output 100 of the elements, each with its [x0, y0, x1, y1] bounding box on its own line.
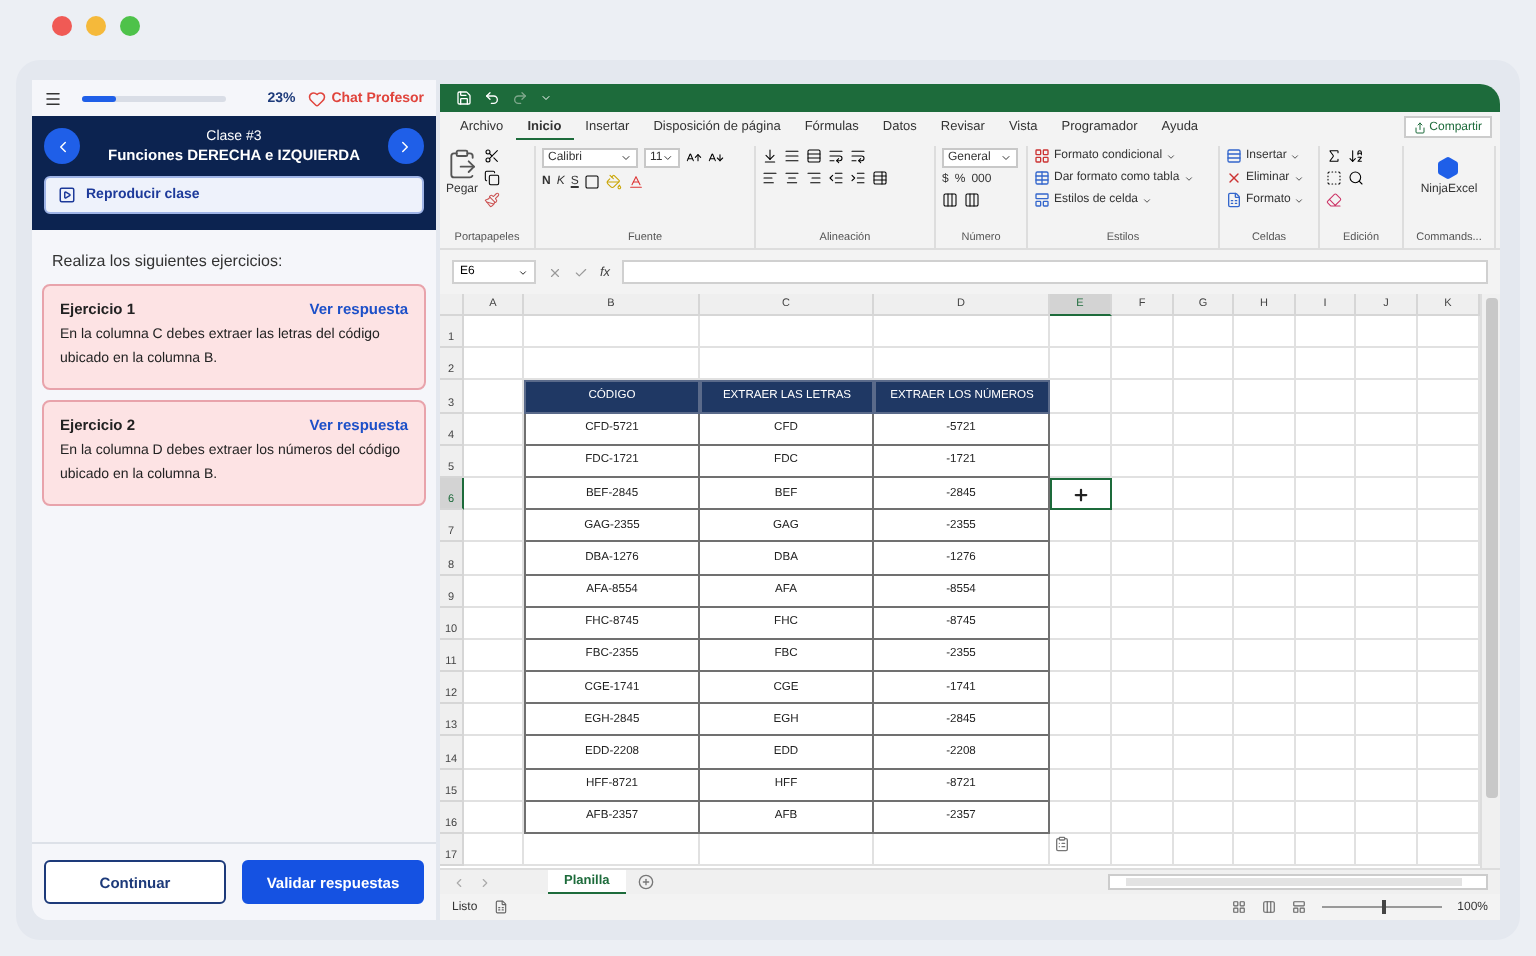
empty-cell[interactable]	[1296, 542, 1356, 575]
empty-cell[interactable]	[1174, 477, 1234, 511]
copy-icon[interactable]	[484, 170, 501, 186]
empty-cell[interactable]	[1112, 834, 1174, 867]
vertical-scrollbar[interactable]	[1480, 294, 1500, 868]
minimize-button[interactable]	[86, 16, 106, 36]
empty-cell[interactable]	[700, 316, 874, 349]
eraser-icon[interactable]	[1326, 192, 1342, 208]
empty-cell[interactable]	[1112, 639, 1174, 673]
empty-cell[interactable]	[1296, 348, 1356, 381]
customize-icon[interactable]	[540, 92, 552, 104]
empty-cell[interactable]	[1174, 542, 1234, 575]
empty-cell[interactable]	[1296, 704, 1356, 737]
empty-cell[interactable]	[1234, 510, 1296, 543]
empty-cell[interactable]	[1296, 736, 1356, 770]
previous-sheet-icon[interactable]	[452, 875, 466, 889]
empty-cell[interactable]	[1174, 316, 1234, 349]
empty-cell[interactable]	[1174, 736, 1234, 770]
autosum-icon[interactable]	[1326, 148, 1342, 164]
empty-cell[interactable]	[1234, 348, 1296, 381]
shrink-font-icon[interactable]	[708, 150, 724, 166]
empty-cell[interactable]	[1356, 834, 1418, 867]
empty-cell[interactable]	[1296, 607, 1356, 640]
empty-cell[interactable]	[1234, 575, 1296, 608]
empty-cell[interactable]	[1356, 510, 1418, 543]
empty-cell[interactable]	[524, 834, 700, 867]
empty-cell[interactable]	[1296, 672, 1356, 705]
redo-icon[interactable]	[512, 90, 528, 106]
empty-cell[interactable]	[1296, 769, 1356, 802]
empty-cell[interactable]	[1296, 834, 1356, 867]
close-button[interactable]	[52, 16, 72, 36]
empty-cell[interactable]	[1174, 704, 1234, 737]
align-middle-icon[interactable]	[784, 148, 800, 164]
empty-cell[interactable]	[1356, 477, 1418, 511]
empty-cell[interactable]	[1356, 380, 1418, 414]
empty-cell[interactable]	[1050, 348, 1112, 381]
next-button[interactable]	[387, 128, 424, 164]
empty-cell[interactable]	[1356, 575, 1418, 608]
empty-cell[interactable]	[1356, 445, 1418, 478]
empty-cell[interactable]	[1356, 672, 1418, 705]
empty-cell[interactable]	[1050, 834, 1112, 867]
align-top-icon[interactable]	[762, 148, 778, 164]
empty-cell[interactable]	[1112, 316, 1174, 349]
empty-cell[interactable]	[1356, 413, 1418, 446]
horizontal-scrollbar[interactable]	[1108, 874, 1488, 890]
empty-cell[interactable]	[1234, 380, 1296, 414]
align-left-icon[interactable]	[762, 170, 778, 186]
empty-cell[interactable]	[1174, 639, 1234, 673]
empty-cell[interactable]	[1112, 510, 1174, 543]
empty-cell[interactable]	[1112, 348, 1174, 381]
empty-cell[interactable]	[1174, 510, 1234, 543]
empty-cell[interactable]	[1234, 607, 1296, 640]
empty-cell[interactable]	[1112, 704, 1174, 737]
empty-cell[interactable]	[1296, 575, 1356, 608]
align-center-icon[interactable]	[784, 170, 800, 186]
empty-cell[interactable]	[1112, 542, 1174, 575]
empty-cell[interactable]	[1296, 639, 1356, 673]
empty-cell[interactable]	[1112, 575, 1174, 608]
cut-icon[interactable]	[484, 148, 501, 164]
empty-cell[interactable]	[1174, 445, 1234, 478]
save-icon[interactable]	[456, 90, 472, 106]
empty-cell[interactable]	[1356, 607, 1418, 640]
empty-cell[interactable]	[524, 316, 700, 349]
empty-cell[interactable]	[1356, 348, 1418, 381]
empty-cell[interactable]	[1296, 413, 1356, 446]
empty-cell[interactable]	[1356, 801, 1418, 834]
empty-cell[interactable]	[1234, 736, 1296, 770]
format-painter-icon[interactable]	[484, 192, 501, 208]
empty-cell[interactable]	[1234, 834, 1296, 867]
empty-cell[interactable]	[1050, 316, 1112, 349]
align-right-icon[interactable]	[806, 170, 822, 186]
empty-cell[interactable]	[1234, 639, 1296, 673]
empty-cell[interactable]	[1112, 801, 1174, 834]
active-cell[interactable]	[1050, 477, 1112, 511]
font-color-icon[interactable]	[628, 174, 645, 190]
empty-cell[interactable]	[1112, 672, 1174, 705]
empty-cell[interactable]	[700, 834, 874, 867]
empty-cell[interactable]	[1174, 672, 1234, 705]
menu-icon[interactable]	[44, 89, 62, 107]
empty-cell[interactable]	[1112, 413, 1174, 446]
formula-input[interactable]	[622, 260, 1488, 284]
merge-icon[interactable]	[872, 170, 888, 186]
empty-cell[interactable]	[1234, 445, 1296, 478]
border-icon[interactable]	[584, 174, 601, 190]
empty-cell[interactable]	[1234, 672, 1296, 705]
empty-cell[interactable]	[1234, 316, 1296, 349]
empty-cell[interactable]	[1174, 834, 1234, 867]
empty-cell[interactable]	[1296, 380, 1356, 414]
cancel-icon[interactable]	[548, 265, 562, 279]
empty-cell[interactable]	[1174, 801, 1234, 834]
empty-cell[interactable]	[1296, 801, 1356, 834]
empty-cell[interactable]	[1112, 607, 1174, 640]
empty-cell[interactable]	[1174, 413, 1234, 446]
empty-cell[interactable]	[874, 834, 1050, 867]
empty-cell[interactable]	[1234, 801, 1296, 834]
select-all-button[interactable]	[440, 294, 464, 316]
fill-color-icon[interactable]	[606, 174, 623, 190]
empty-cell[interactable]	[874, 316, 1050, 349]
page-layout-icon[interactable]	[1261, 900, 1276, 914]
empty-cell[interactable]	[1356, 639, 1418, 673]
